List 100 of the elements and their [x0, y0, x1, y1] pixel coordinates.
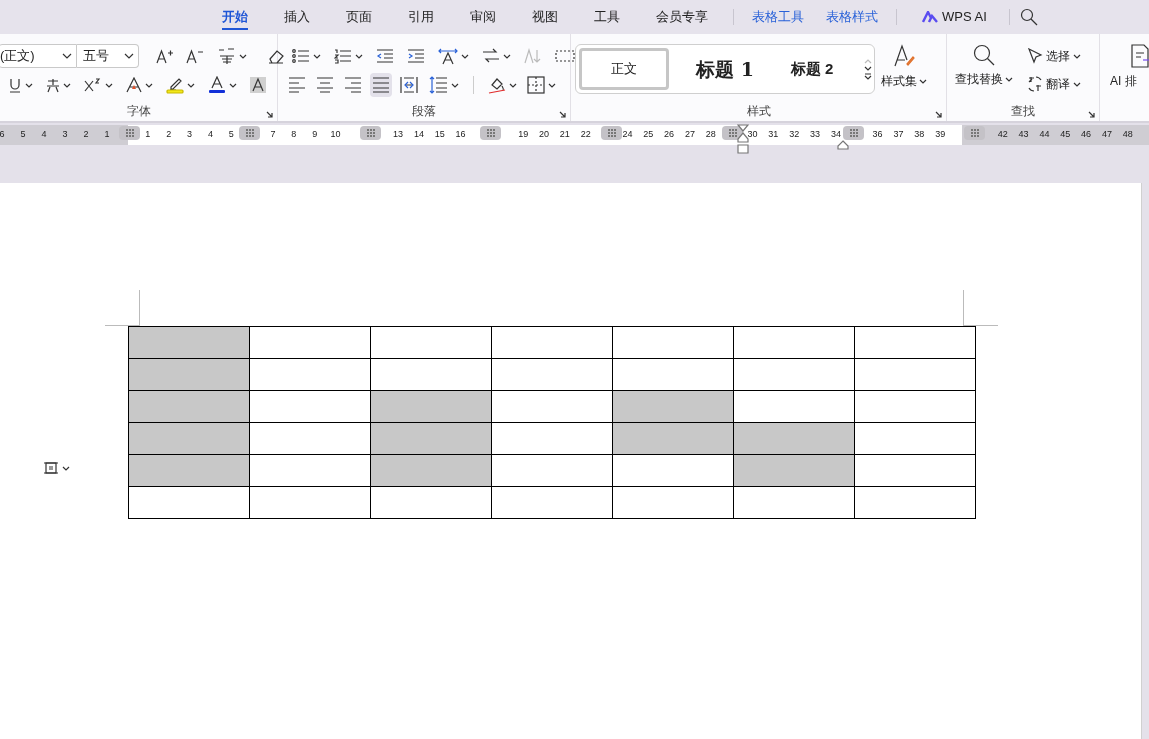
table-cell[interactable]	[129, 455, 250, 487]
table-cell[interactable]	[613, 487, 734, 519]
table-cell[interactable]	[492, 455, 613, 487]
table-cell[interactable]	[613, 359, 734, 391]
ruler-number: 37	[892, 128, 905, 141]
justify-button[interactable]	[370, 73, 392, 97]
table-cell[interactable]	[250, 423, 371, 455]
caret-icon	[461, 53, 469, 59]
table-cell[interactable]	[129, 487, 250, 519]
column-marker[interactable]	[601, 126, 622, 140]
caret-icon	[105, 82, 113, 88]
table-cell[interactable]	[734, 487, 855, 519]
table-cell[interactable]	[734, 327, 855, 359]
tab[interactable]: 插入	[284, 0, 310, 34]
table-cell[interactable]	[129, 391, 250, 423]
table-cell[interactable]	[855, 423, 976, 455]
table-cell[interactable]	[492, 487, 613, 519]
column-marker[interactable]	[239, 126, 260, 140]
table-cell[interactable]	[855, 487, 976, 519]
column-marker[interactable]	[360, 126, 381, 140]
column-marker[interactable]	[119, 126, 140, 140]
table-cell[interactable]	[734, 391, 855, 423]
ruler-number: 26	[663, 128, 676, 141]
caret-icon	[919, 78, 927, 84]
table-cell[interactable]	[855, 455, 976, 487]
table-cell[interactable]	[855, 327, 976, 359]
group-label: 字体	[126, 104, 151, 118]
table-cell[interactable]	[734, 455, 855, 487]
dialog-launcher-icon[interactable]	[935, 111, 942, 118]
table-cell[interactable]	[371, 391, 492, 423]
table-cell[interactable]	[734, 359, 855, 391]
table-cell[interactable]	[492, 359, 613, 391]
ruler-number: 19	[517, 128, 530, 141]
grow-font-icon	[156, 48, 174, 64]
underline-icon	[8, 77, 22, 93]
table-cell[interactable]	[855, 391, 976, 423]
borders-button[interactable]	[525, 73, 558, 97]
indent-marker-icon[interactable]	[837, 140, 849, 150]
translate-button[interactable]: 翻译	[1027, 73, 1081, 95]
dialog-launcher-icon[interactable]	[559, 111, 566, 118]
style-option[interactable]: 标题 2	[773, 48, 851, 90]
table-cell[interactable]	[371, 359, 492, 391]
table-cell[interactable]	[371, 455, 492, 487]
column-marker[interactable]	[843, 126, 864, 140]
search-icon[interactable]	[1019, 8, 1038, 26]
table-cell[interactable]	[613, 423, 734, 455]
column-marker[interactable]	[964, 126, 985, 140]
table-cell[interactable]	[613, 391, 734, 423]
ruler-number: 13	[392, 128, 405, 141]
tab[interactable]: 表格工具	[752, 0, 804, 34]
grip-icon	[486, 129, 495, 137]
table-cell[interactable]	[855, 359, 976, 391]
font-size-dropdown[interactable]: 五号	[77, 44, 139, 68]
table-cell[interactable]	[250, 327, 371, 359]
caret-icon	[25, 82, 33, 88]
dialog-launcher-icon[interactable]	[1088, 111, 1095, 118]
table-cell[interactable]	[250, 359, 371, 391]
table-cell[interactable]	[250, 391, 371, 423]
column-marker[interactable]	[480, 126, 501, 140]
scroll-down-icon[interactable]	[864, 65, 872, 71]
style-set-button[interactable]: 样式集	[881, 44, 927, 96]
table-cell[interactable]	[371, 487, 492, 519]
ai-layout-button[interactable]: AI 排	[1110, 44, 1149, 96]
table-cell[interactable]	[613, 455, 734, 487]
ruler-number: 38	[913, 128, 926, 141]
table-cell[interactable]	[613, 327, 734, 359]
style-option[interactable]: 正文	[579, 48, 669, 90]
table-cell[interactable]	[371, 327, 492, 359]
table-cell[interactable]	[129, 327, 250, 359]
tab[interactable]: 引用	[408, 0, 434, 34]
table-cell[interactable]	[250, 487, 371, 519]
tab[interactable]: 审阅	[470, 0, 496, 34]
table-cell[interactable]	[492, 423, 613, 455]
tab[interactable]: WPS AI	[922, 0, 987, 34]
table-cell[interactable]	[250, 455, 371, 487]
table-cell[interactable]	[734, 423, 855, 455]
table-cell[interactable]	[371, 423, 492, 455]
expand-gallery-icon[interactable]	[864, 72, 872, 80]
table-cell[interactable]	[129, 359, 250, 391]
tab[interactable]: 会员专享	[656, 0, 708, 34]
tab[interactable]: 工具	[594, 0, 620, 34]
tab[interactable]: 视图	[532, 0, 558, 34]
indent-marker-icon[interactable]	[737, 124, 749, 154]
ruler-number: 25	[642, 128, 655, 141]
dialog-launcher-icon[interactable]	[266, 111, 273, 118]
style-option[interactable]: 标题 1	[683, 48, 767, 90]
tab[interactable]: 表格样式	[826, 0, 878, 34]
table-properties-button[interactable]	[44, 461, 70, 475]
ruler-number: 42	[996, 128, 1009, 141]
tab[interactable]: 页面	[346, 0, 372, 34]
table-cell[interactable]	[492, 327, 613, 359]
table-cell[interactable]	[129, 423, 250, 455]
tab[interactable]: 开始	[222, 0, 248, 34]
select-button[interactable]: 选择	[1027, 45, 1081, 67]
find-replace-button[interactable]: 查找替换	[955, 44, 1013, 88]
table-cell[interactable]	[492, 391, 613, 423]
strikethrough-icon	[46, 77, 60, 93]
caret-icon	[451, 82, 459, 88]
font-name-dropdown[interactable]: (正文)	[0, 44, 77, 68]
caret-icon	[1073, 81, 1081, 87]
